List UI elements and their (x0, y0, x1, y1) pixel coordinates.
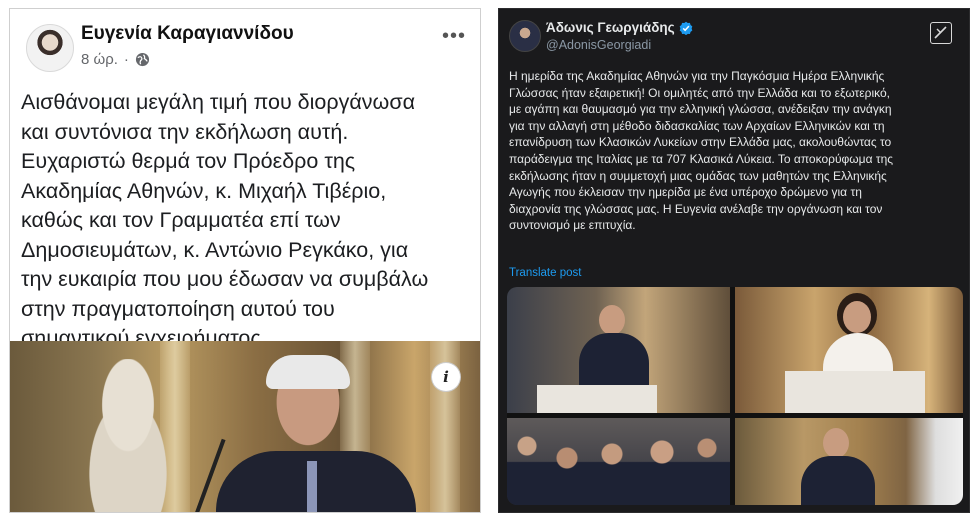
post-text: Η ημερίδα της Ακαδημίας Αθηνών για την Π… (509, 69, 894, 233)
globe-icon (135, 52, 149, 67)
statue (68, 359, 188, 512)
speaker-top (823, 333, 893, 373)
grok-icon[interactable] (930, 22, 952, 44)
author-name-row: Άδωνις Γεωργιάδης (546, 20, 693, 35)
speaker-suit (801, 456, 875, 505)
post-time[interactable]: 8 ώρ. (81, 51, 118, 68)
x-post: Άδωνις Γεωργιάδης @AdonisGeorgiadi Η ημε… (498, 8, 970, 513)
author-name[interactable]: Ευγενία Καραγιαννίδου (81, 23, 294, 45)
verified-badge-icon (679, 21, 692, 35)
more-options-button[interactable]: ••• (442, 25, 466, 48)
grok-slash-glyph (934, 26, 947, 39)
photo-speaker-woman[interactable] (735, 287, 963, 413)
media-grid (507, 287, 963, 505)
author-avatar[interactable] (509, 20, 541, 52)
audience-crowd (507, 418, 730, 505)
author-name[interactable]: Άδωνις Γεωργιάδης (546, 20, 675, 35)
photo-audience[interactable] (507, 418, 730, 505)
info-icon[interactable]: i (432, 363, 460, 391)
post-meta: 8 ώρ. · (81, 51, 150, 68)
podium (537, 385, 657, 413)
speaker-hair (266, 355, 350, 389)
facebook-post: Ευγενία Καραγιαννίδου 8 ώρ. · ••• Αισθάν… (9, 8, 481, 513)
speaker-face (599, 305, 625, 335)
speaker-tie (307, 461, 317, 512)
author-avatar[interactable] (26, 24, 74, 72)
post-photo[interactable]: i (10, 341, 480, 512)
photo-speaker-man-2[interactable] (735, 418, 963, 505)
author-handle[interactable]: @AdonisGeorgiadi (546, 38, 651, 52)
photo-speaker-man[interactable] (507, 287, 730, 413)
post-text: Αισθάνομαι μεγάλη τιμή που διοργάνωσα κα… (21, 90, 429, 350)
speaker-face (843, 301, 871, 333)
translate-post-link[interactable]: Translate post (509, 267, 581, 279)
meta-separator: · (123, 51, 129, 68)
speaker-face (823, 428, 849, 458)
podium (785, 371, 925, 413)
